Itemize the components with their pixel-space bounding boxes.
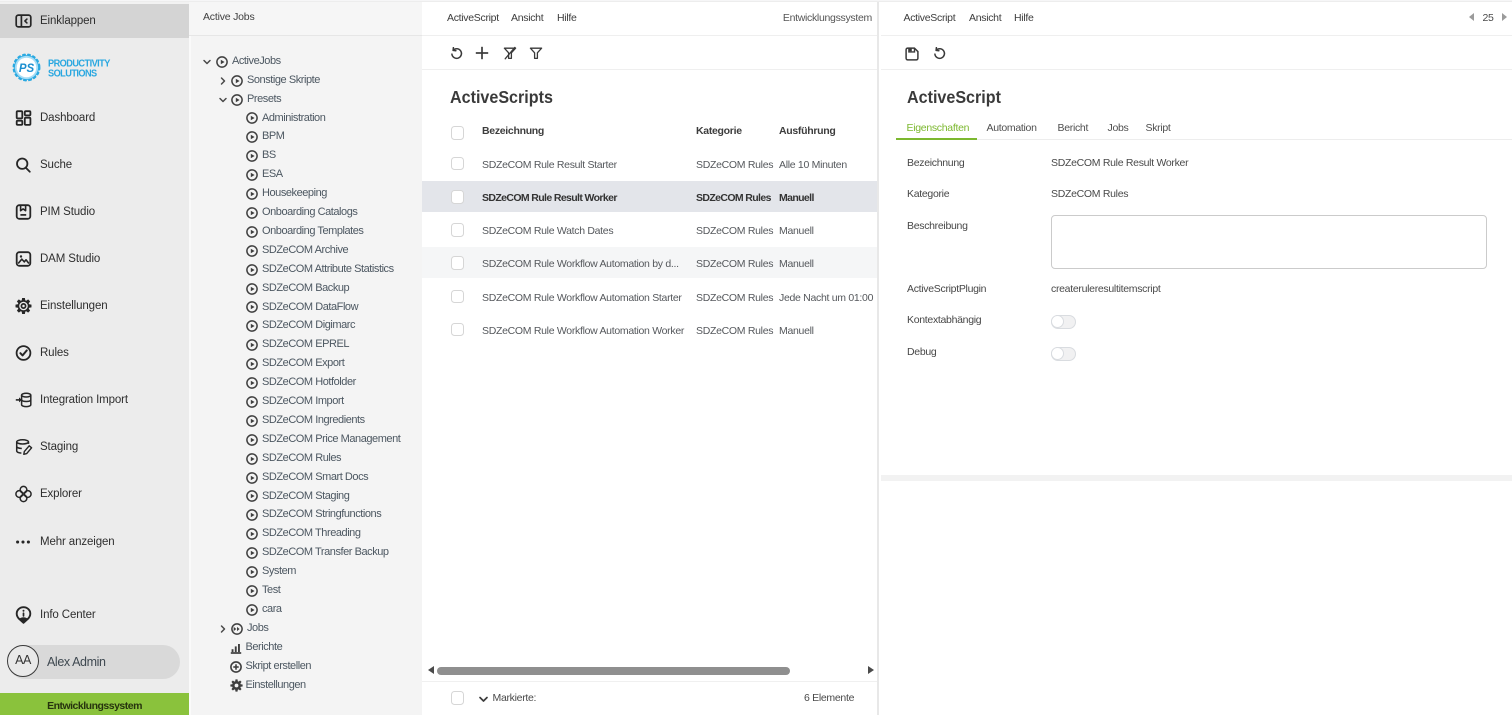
svg-text:SOLUTIONS: SOLUTIONS (48, 68, 97, 79)
svg-text:PS: PS (19, 63, 35, 75)
